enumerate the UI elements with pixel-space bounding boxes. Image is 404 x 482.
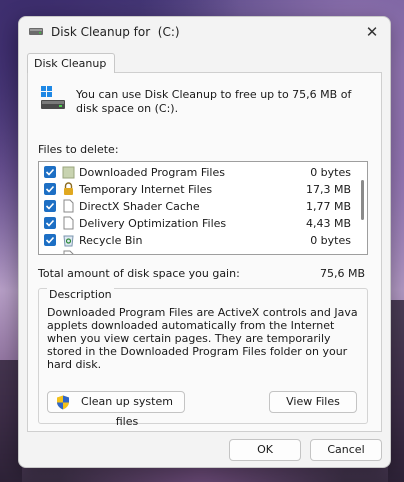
drive-icon — [29, 28, 43, 35]
file-name: DirectX Shader Cache — [79, 200, 200, 213]
file-name: Recycle Bin — [79, 234, 143, 247]
file-size: 0 bytes — [310, 166, 351, 179]
ok-button[interactable]: OK — [229, 439, 301, 461]
window-title: Disk Cleanup for (C:) — [51, 25, 180, 39]
checkbox-downloaded-program-files[interactable] — [44, 166, 56, 178]
files-to-delete-label: Files to delete: — [38, 143, 119, 156]
uac-shield-icon — [57, 395, 69, 410]
file-name: Downloaded Program Files — [79, 166, 225, 179]
document-icon — [63, 199, 74, 213]
disk-cleanup-window: Disk Cleanup for (C:) ✕ Disk Cleanup You… — [18, 16, 391, 468]
files-list[interactable]: Downloaded Program Files 0 bytes Tempora… — [38, 161, 368, 255]
list-scrollbar[interactable] — [361, 180, 364, 220]
document-icon — [63, 216, 74, 230]
file-name: Delivery Optimization Files — [79, 217, 227, 230]
description-group: Description Downloaded Program Files are… — [38, 288, 368, 428]
checkbox-delivery-optimization-files[interactable] — [44, 217, 56, 229]
intro-text: You can use Disk Cleanup to free up to 7… — [76, 88, 352, 115]
tab-disk-cleanup[interactable]: Disk Cleanup — [27, 53, 115, 73]
file-size: 0 bytes — [310, 234, 351, 247]
description-text: Downloaded Program Files are ActiveX con… — [47, 306, 358, 371]
document-icon — [63, 250, 74, 254]
list-item[interactable]: Temporary Internet Files 17,3 MB — [39, 181, 351, 198]
recycle-bin-icon — [63, 235, 74, 247]
checkbox-temporary-internet-files[interactable] — [44, 183, 56, 195]
checkbox-directx-shader-cache[interactable] — [44, 200, 56, 212]
file-size: 4,43 MB — [305, 217, 351, 230]
file-size: 17,3 MB — [305, 183, 351, 196]
total-label: Total amount of disk space you gain: — [38, 267, 240, 280]
description-title: Description — [47, 288, 114, 301]
clean-up-system-files-label: Clean up system files — [81, 395, 173, 428]
lock-icon — [64, 182, 73, 195]
clean-up-system-files-button[interactable]: Clean up system files — [47, 391, 185, 428]
disk-cleanup-drive-icon — [41, 86, 65, 109]
checkbox-recycle-bin[interactable] — [44, 234, 56, 246]
close-button[interactable]: ✕ — [360, 21, 384, 43]
total-value: 75,6 MB — [319, 267, 365, 280]
title-bar[interactable]: Disk Cleanup for (C:) ✕ — [19, 17, 390, 47]
file-name: Temporary Internet Files — [79, 183, 213, 196]
view-files-button[interactable]: View Files — [269, 391, 357, 413]
disk-cleanup-panel: You can use Disk Cleanup to free up to 7… — [27, 72, 382, 432]
folder-icon — [62, 166, 75, 179]
list-item[interactable] — [39, 249, 351, 254]
list-item[interactable]: DirectX Shader Cache 1,77 MB — [39, 198, 351, 215]
list-item[interactable]: Recycle Bin 0 bytes — [39, 232, 351, 249]
list-item[interactable]: Delivery Optimization Files 4,43 MB — [39, 215, 351, 232]
cancel-button[interactable]: Cancel — [310, 439, 382, 461]
list-item[interactable]: Downloaded Program Files 0 bytes — [39, 164, 351, 181]
file-size: 1,77 MB — [305, 200, 351, 213]
